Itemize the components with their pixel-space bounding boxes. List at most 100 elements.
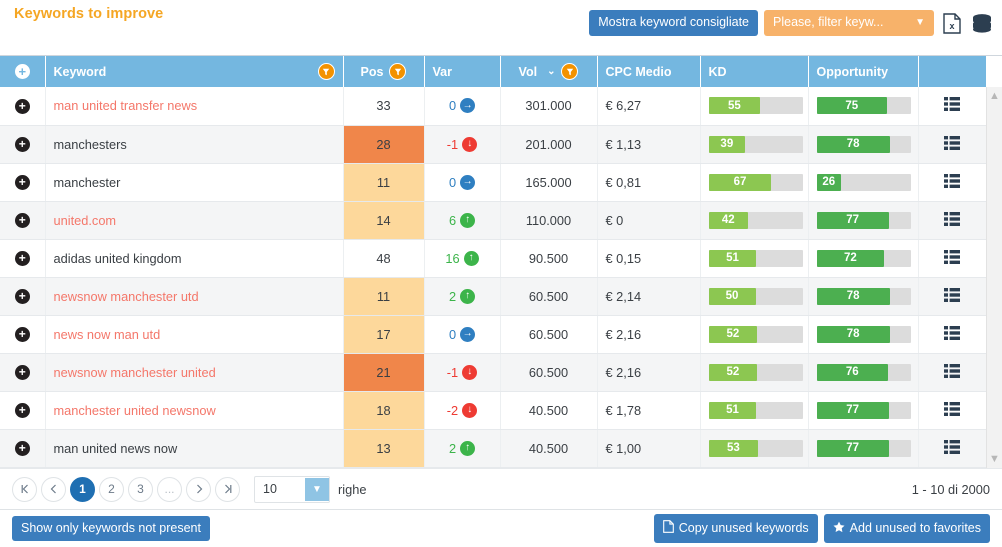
chevron-down-icon[interactable]: ▼	[305, 477, 329, 501]
pagination-page-1[interactable]: 1	[70, 476, 95, 502]
plus-circle-icon[interactable]: +	[14, 174, 30, 190]
pagination-last-button[interactable]	[215, 476, 240, 502]
details-list-icon[interactable]	[944, 173, 960, 191]
header-opportunity[interactable]: Opportunity	[808, 56, 919, 87]
details-list-icon[interactable]	[944, 97, 960, 114]
database-icon[interactable]	[970, 10, 994, 36]
cell-actions[interactable]	[918, 391, 987, 430]
copy-unused-keywords-button[interactable]: Copy unused keywords	[653, 514, 818, 543]
row-expand-cell[interactable]: +	[0, 163, 46, 202]
variation-value: 16	[445, 250, 460, 266]
header-vol[interactable]: Vol ⌄	[500, 56, 598, 87]
details-list-icon[interactable]	[944, 401, 960, 419]
header-cpc-medio[interactable]: CPC Medio	[597, 56, 701, 87]
plus-circle-icon[interactable]: +	[14, 250, 30, 266]
details-list-icon[interactable]	[944, 325, 960, 343]
scroll-up-icon[interactable]: ▲	[987, 91, 1002, 102]
keyword-text[interactable]: newsnow manchester utd	[54, 289, 199, 304]
cell-position: 11	[343, 277, 425, 316]
plus-circle-icon[interactable]: +	[14, 364, 30, 380]
cell-opportunity: 26	[808, 163, 919, 202]
keyword-text[interactable]: newsnow manchester united	[54, 365, 216, 380]
opportunity-bar-value: 77	[816, 211, 889, 229]
cell-volume: 301.000	[500, 87, 598, 126]
table-row: + manchesters 28 -1 ↓ 201.000 € 1,13 39 78	[0, 125, 987, 164]
cell-position: 13	[343, 429, 425, 468]
rows-per-page-value: 10	[263, 481, 277, 496]
keyword-text[interactable]: united.com	[54, 213, 117, 228]
details-list-icon[interactable]	[944, 363, 960, 381]
row-expand-cell[interactable]: +	[0, 353, 46, 392]
filter-icon-keyword[interactable]	[317, 63, 335, 80]
plus-circle-icon[interactable]: +	[14, 64, 30, 79]
plus-circle-icon[interactable]: +	[14, 212, 30, 228]
details-list-icon[interactable]	[944, 135, 960, 153]
cell-actions[interactable]	[918, 125, 987, 164]
pagination-prev-button[interactable]	[41, 476, 66, 502]
pagination-page-3[interactable]: 3	[128, 476, 153, 502]
cell-kd: 39	[700, 125, 809, 164]
header-pos[interactable]: Pos	[343, 56, 425, 87]
keyword-text[interactable]: man united transfer news	[54, 98, 198, 113]
plus-circle-icon[interactable]: +	[14, 402, 30, 418]
row-expand-cell[interactable]: +	[0, 391, 46, 430]
variation-wrap: 0 →	[449, 326, 476, 342]
cell-position: 33	[343, 87, 425, 126]
details-list-icon[interactable]	[944, 287, 960, 305]
table-vertical-scrollbar[interactable]: ▲ ▼	[986, 87, 1002, 469]
row-expand-cell[interactable]: +	[0, 239, 46, 278]
show-suggested-keywords-button[interactable]: Mostra keyword consigliate	[589, 10, 758, 36]
pagination-page-2[interactable]: 2	[99, 476, 124, 502]
cell-actions[interactable]	[918, 277, 987, 316]
details-list-icon[interactable]	[944, 439, 960, 457]
details-list-icon[interactable]	[944, 211, 960, 229]
sort-desc-icon[interactable]: ⌄	[547, 66, 555, 77]
rows-per-page-select[interactable]: 10 ▼	[254, 475, 330, 503]
opportunity-bar-value: 26	[816, 173, 841, 191]
row-expand-cell[interactable]: +	[0, 429, 46, 468]
plus-circle-icon[interactable]: +	[14, 326, 30, 342]
kd-bar-value: 52	[708, 363, 758, 381]
row-expand-cell[interactable]: +	[0, 87, 46, 126]
scroll-down-icon[interactable]: ▼	[987, 454, 1002, 465]
cell-actions[interactable]	[918, 87, 987, 126]
header-expand-all[interactable]: +	[0, 56, 46, 87]
arrow-up-icon: ↑	[460, 212, 476, 228]
header-keyword[interactable]: Keyword	[45, 56, 344, 87]
plus-circle-icon[interactable]: +	[14, 136, 30, 152]
cell-variation: 0 →	[424, 87, 501, 126]
row-expand-cell[interactable]: +	[0, 315, 46, 354]
excel-export-icon[interactable]: x	[940, 10, 964, 36]
kd-bar-value: 51	[708, 401, 757, 419]
opportunity-bar-track: 75	[816, 97, 911, 115]
keyword-filter-select[interactable]: Please, filter keyw... ▼	[764, 10, 934, 36]
keyword-text[interactable]: manchester united newsnow	[54, 403, 216, 418]
show-keywords-not-present-button[interactable]: Show only keywords not present	[12, 515, 210, 542]
table-row: + newsnow manchester utd 11 2 ↑ 60.500 € 2,14 5…	[0, 277, 987, 316]
header-var[interactable]: Var	[424, 56, 501, 87]
cell-actions[interactable]	[918, 163, 987, 202]
pagination-first-button[interactable]	[12, 476, 37, 502]
details-list-icon[interactable]	[944, 249, 960, 267]
keywords-table-container: + Keyword Pos Var Vol ⌄ CPC Medio KD Opp…	[0, 55, 1002, 469]
header-kd[interactable]: KD	[700, 56, 809, 87]
pagination-count: 1 - 10 di 2000	[911, 481, 990, 497]
plus-circle-icon[interactable]: +	[14, 440, 30, 456]
row-expand-cell[interactable]: +	[0, 201, 46, 240]
row-expand-cell[interactable]: +	[0, 125, 46, 164]
filter-icon-vol[interactable]	[561, 63, 579, 80]
table-row: + news now man utd 17 0 → 60.500 € 2,16 52 78	[0, 315, 987, 354]
cell-actions[interactable]	[918, 315, 987, 354]
keyword-text[interactable]: news now man utd	[54, 327, 161, 342]
cell-actions[interactable]	[918, 201, 987, 240]
row-expand-cell[interactable]: +	[0, 277, 46, 316]
plus-circle-icon[interactable]: +	[14, 98, 30, 114]
add-unused-to-favorites-button[interactable]: Add unused to favorites	[823, 514, 990, 543]
filter-icon-pos[interactable]	[389, 63, 407, 80]
cell-actions[interactable]	[918, 239, 987, 278]
cell-actions[interactable]	[918, 429, 987, 468]
pagination-next-button[interactable]	[186, 476, 211, 502]
cell-actions[interactable]	[918, 353, 987, 392]
plus-circle-icon[interactable]: +	[14, 288, 30, 304]
opportunity-bar-track: 78	[816, 325, 911, 343]
